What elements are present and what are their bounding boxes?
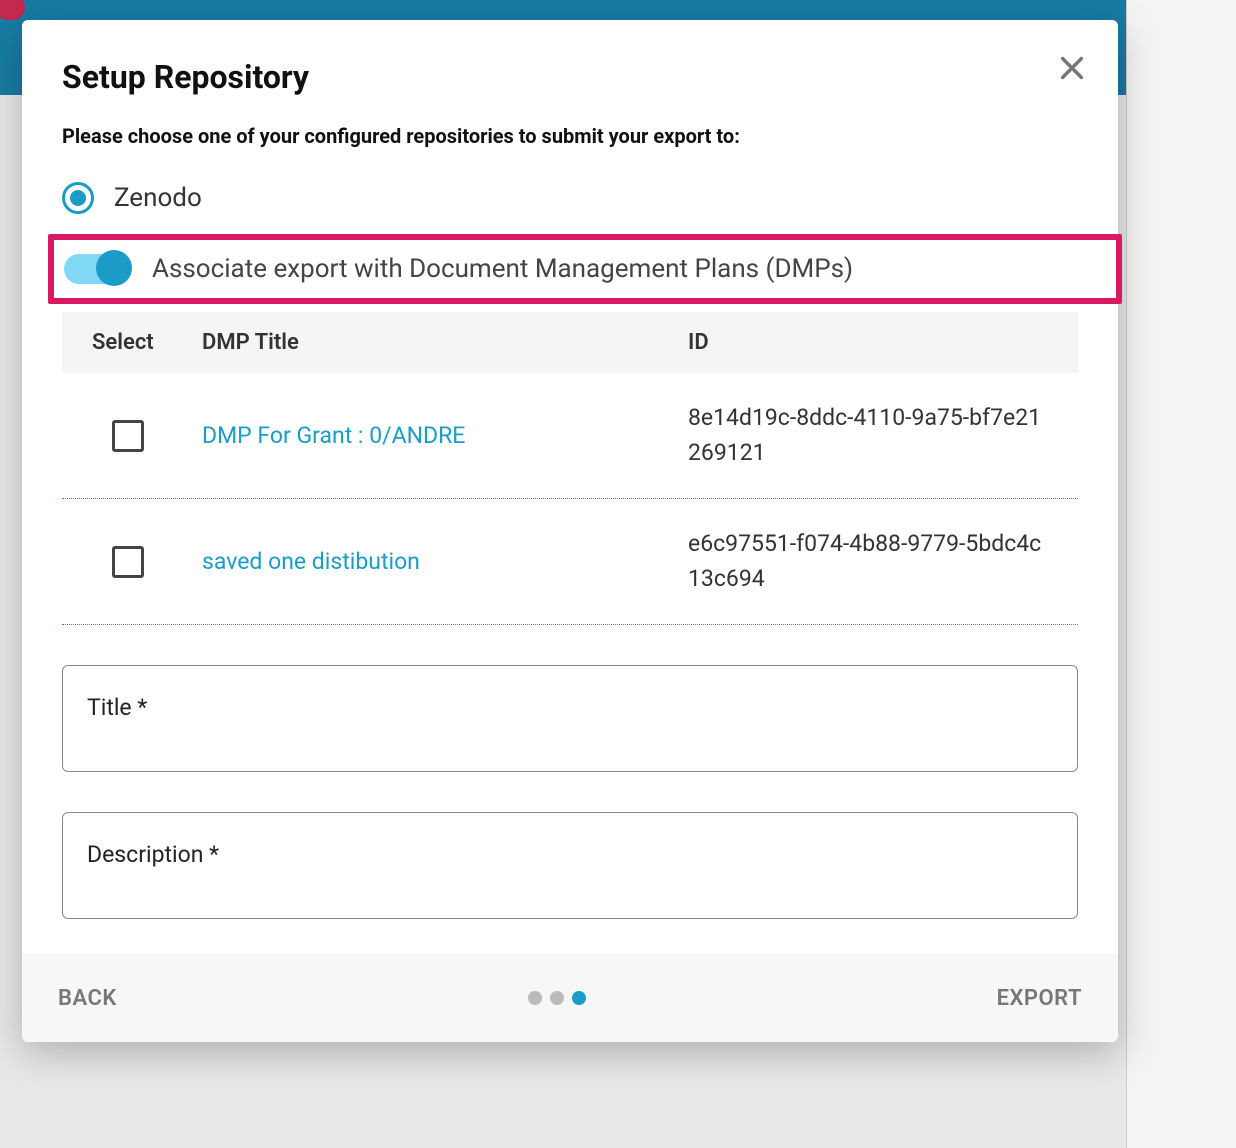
dmp-id: e6c97551-f074-4b88-9779-5bdc4c13c694 (688, 527, 1048, 596)
step-dot-1[interactable] (528, 991, 542, 1005)
description-field[interactable]: Description * (62, 812, 1078, 919)
table-row: saved one distibution e6c97551-f074-4b88… (62, 499, 1078, 625)
title-label: Title * (87, 694, 1053, 721)
description-label: Description * (87, 841, 1053, 868)
toggle-label: Associate export with Document Managemen… (152, 254, 853, 284)
row-checkbox[interactable] (112, 420, 144, 452)
background-right-column (1126, 0, 1236, 1148)
modal-header: Setup Repository (22, 20, 1118, 116)
table-row: DMP For Grant : 0/ANDRE 8e14d19c-8ddc-41… (62, 373, 1078, 499)
dmp-id: 8e14d19c-8ddc-4110-9a75-bf7e21269121 (688, 401, 1048, 470)
associate-dmp-toggle[interactable] (64, 254, 130, 284)
modal-body: Please choose one of your configured rep… (22, 116, 1118, 1042)
dmp-title-link[interactable]: DMP For Grant : 0/ANDRE (202, 422, 688, 449)
close-icon (1058, 54, 1086, 82)
highlight-box: Associate export with Document Managemen… (48, 234, 1122, 304)
row-checkbox[interactable] (112, 546, 144, 578)
step-dot-2[interactable] (550, 991, 564, 1005)
modal-footer: BACK EXPORT (22, 954, 1118, 1042)
title-field[interactable]: Title * (62, 665, 1078, 772)
modal-title: Setup Repository (62, 58, 1078, 96)
dmp-title-link[interactable]: saved one distibution (202, 548, 688, 575)
repository-radio-row[interactable]: Zenodo (62, 176, 1078, 234)
header-id: ID (688, 330, 1048, 355)
close-button[interactable] (1054, 50, 1090, 86)
toggle-thumb (96, 250, 132, 286)
setup-repository-modal: Setup Repository Please choose one of yo… (22, 20, 1118, 1042)
back-button[interactable]: BACK (58, 986, 117, 1011)
dmp-table: Select DMP Title ID DMP For Grant : 0/AN… (62, 312, 1078, 625)
instruction-text: Please choose one of your configured rep… (62, 124, 1078, 148)
header-select: Select (92, 330, 202, 355)
radio-selected-dot (70, 190, 86, 206)
step-dot-3[interactable] (572, 991, 586, 1005)
header-title: DMP Title (202, 330, 688, 355)
stepper (528, 991, 586, 1005)
table-header: Select DMP Title ID (62, 312, 1078, 373)
radio-label: Zenodo (114, 183, 202, 213)
associate-dmp-toggle-row: Associate export with Document Managemen… (64, 254, 1106, 284)
radio-button[interactable] (62, 182, 94, 214)
export-button[interactable]: EXPORT (997, 986, 1082, 1011)
